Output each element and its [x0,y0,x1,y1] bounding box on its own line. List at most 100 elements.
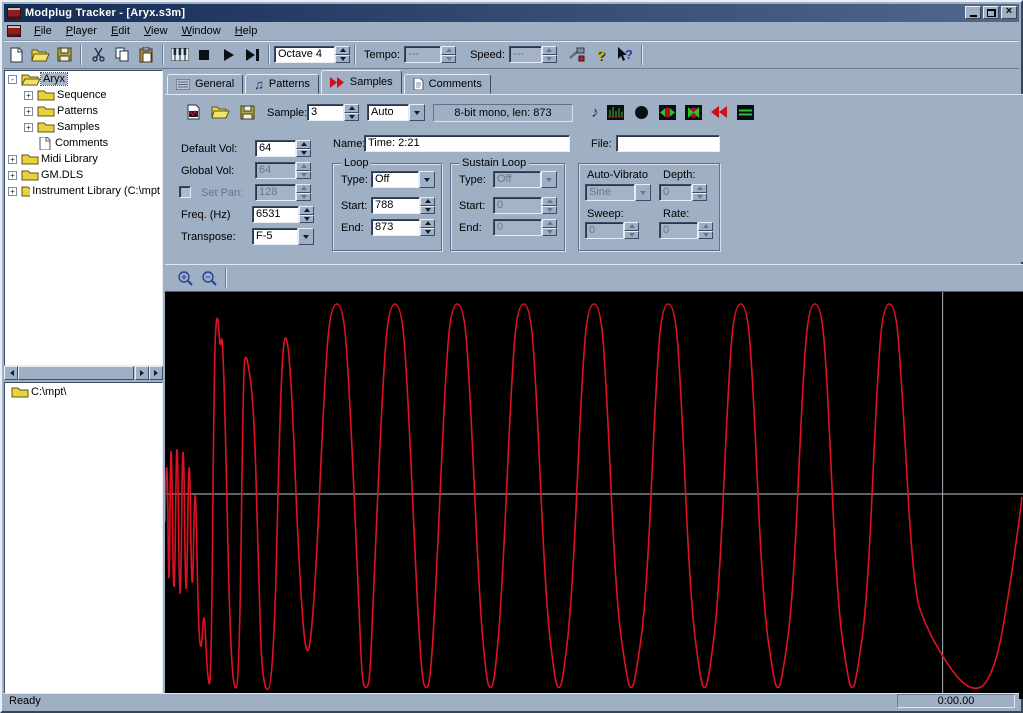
name-field[interactable]: Time: 2:21 [364,135,570,152]
tree-item-label[interactable]: Comments [53,137,110,149]
tree-item-label[interactable]: Sequence [55,89,109,101]
zoom-in-button[interactable] [173,267,197,289]
record-button[interactable] [629,101,653,123]
tree-item-gm-dls[interactable]: + GM.DLS [5,167,162,183]
tree-item-label[interactable]: Patterns [55,105,100,117]
new-file-button[interactable] [4,44,28,66]
default-vol-updown[interactable] [296,140,311,157]
scroll-left-button[interactable] [4,366,18,380]
setup-button[interactable] [565,44,589,66]
upsample-button[interactable] [681,101,705,123]
loop-end-spinner[interactable]: 873 [371,219,435,236]
tempo-spinner[interactable]: --- [404,46,456,63]
tree-item-samples[interactable]: + Samples [5,119,162,135]
freq-value[interactable]: 6531 [252,206,299,223]
expand-icon[interactable]: + [8,155,17,164]
menu-file[interactable]: File [27,23,59,39]
save-file-button[interactable] [52,44,76,66]
scrollbar-thumb[interactable] [18,366,134,380]
chevron-down-icon[interactable] [298,228,314,245]
freq-spinner[interactable]: 6531 [252,206,314,223]
loop-start-value[interactable]: 788 [371,197,420,214]
save-sample-button[interactable] [235,101,259,123]
sample-number-updown[interactable] [344,104,359,121]
tab-patterns[interactable]: ♫ Patterns [245,74,319,94]
expand-icon[interactable]: + [8,187,17,196]
set-pan-checkbox[interactable] [179,186,191,198]
tree-item-label[interactable]: Instrument Library (C:\mpt [30,185,162,197]
scroll-right-button[interactable] [135,366,149,380]
library-path-label[interactable]: C:\mpt\ [29,386,68,398]
tab-comments[interactable]: Comments [404,74,491,94]
tree-horizontal-scrollbar[interactable] [4,366,163,380]
collapse-icon[interactable]: - [8,75,17,84]
octave-updown[interactable] [335,46,350,63]
zoom-mode-value[interactable]: Auto [367,104,409,121]
normalize-button[interactable] [603,101,627,123]
restore-button[interactable] [983,6,999,19]
loop-end-updown[interactable] [420,219,435,236]
freq-updown[interactable] [299,206,314,223]
document-icon[interactable] [7,25,21,37]
midi-keyboard-button[interactable] [168,44,192,66]
tree-item-sequence[interactable]: + Sequence [5,87,162,103]
tree-item-instrument-library[interactable]: + Instrument Library (C:\mpt [5,183,162,199]
play-button[interactable] [216,44,240,66]
speed-updown[interactable] [542,46,557,63]
stop-button[interactable] [192,44,216,66]
about-button[interactable]: ? [589,44,613,66]
octave-spinner[interactable]: Octave 4 [274,46,350,63]
octave-value[interactable]: Octave 4 [274,46,335,63]
transpose-combo[interactable]: F-5 [252,228,314,245]
loop-start-spinner[interactable]: 788 [371,197,435,214]
tree-item-comments[interactable]: Comments [5,135,162,151]
menu-help[interactable]: Help [228,23,265,39]
default-vol-spinner[interactable]: 64 [255,140,311,157]
speed-spinner[interactable]: --- [509,46,557,63]
tempo-updown[interactable] [441,46,456,63]
expand-icon[interactable]: + [24,91,33,100]
tab-samples[interactable]: Samples [321,70,402,94]
default-vol-value[interactable]: 64 [255,140,296,157]
module-tree[interactable]: - Aryx + Sequence + Patterns + Samples C… [4,70,163,366]
menu-player[interactable]: Player [59,23,104,39]
loop-type-combo[interactable]: Off [371,171,435,188]
chevron-down-icon[interactable] [409,104,425,121]
tree-item-label[interactable]: Aryx [41,73,67,85]
transpose-value[interactable]: F-5 [252,228,298,245]
waveform-display[interactable] [165,292,1023,699]
loop-type-value[interactable]: Off [371,171,419,188]
play-from-start-button[interactable] [240,44,264,66]
expand-icon[interactable]: + [8,171,17,180]
close-button[interactable]: × [1001,6,1017,19]
tab-general[interactable]: General [167,74,243,94]
tree-item-label[interactable]: GM.DLS [39,169,85,181]
downsample-button[interactable] [655,101,679,123]
tree-item-patterns[interactable]: + Patterns [5,103,162,119]
minimize-button[interactable] [965,6,981,19]
menu-view[interactable]: View [137,23,175,39]
new-sample-button[interactable] [181,101,205,123]
file-field[interactable] [616,135,720,152]
open-sample-button[interactable] [208,101,232,123]
tree-item-aryx[interactable]: - Aryx [5,71,162,87]
menu-window[interactable]: Window [175,23,228,39]
context-help-button[interactable]: ? [613,44,637,66]
tree-item-label[interactable]: Midi Library [39,153,100,165]
copy-button[interactable] [110,44,134,66]
open-file-button[interactable] [28,44,52,66]
menu-edit[interactable]: Edit [104,23,137,39]
paste-button[interactable] [134,44,158,66]
zoom-out-button[interactable] [197,267,221,289]
pane-splitter-button[interactable] [149,366,163,380]
instrument-library-panel[interactable]: C:\mpt\ [4,382,163,697]
sample-number-spinner[interactable]: 3 [307,104,359,121]
tree-item-midi-library[interactable]: + Midi Library [5,151,162,167]
cut-button[interactable] [86,44,110,66]
title-bar[interactable]: Modplug Tracker - [Aryx.s3m] × [4,4,1019,22]
loop-start-updown[interactable] [420,197,435,214]
zoom-mode-combo[interactable]: Auto [367,104,425,121]
library-item[interactable]: C:\mpt\ [5,383,162,399]
expand-icon[interactable]: + [24,123,33,132]
silence-button[interactable] [733,101,757,123]
